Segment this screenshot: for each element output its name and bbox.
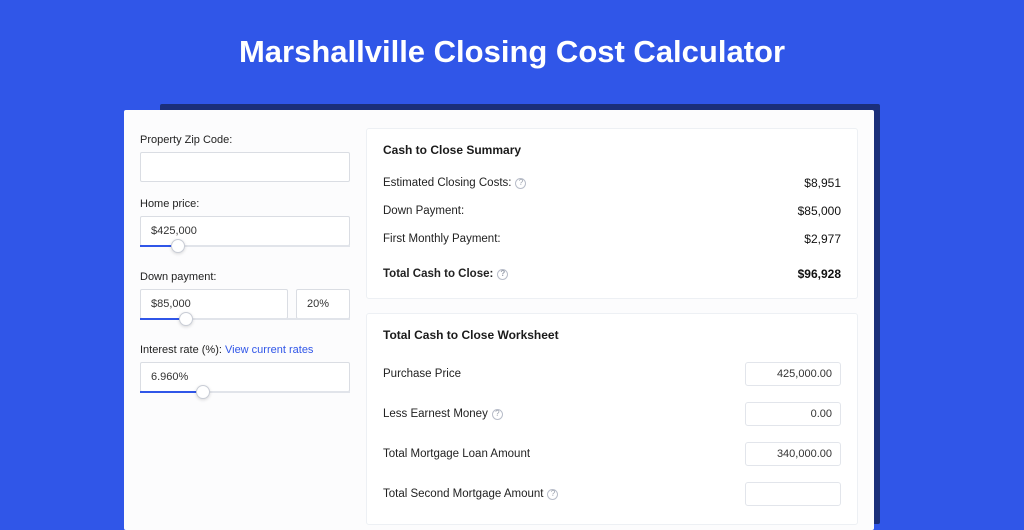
summary-total-label: Total Cash to Close:: [383, 268, 493, 280]
results-column: Cash to Close Summary Estimated Closing …: [366, 128, 858, 512]
summary-row-label: Down Payment:: [383, 205, 464, 217]
zip-label: Property Zip Code:: [140, 134, 350, 146]
worksheet-value-input[interactable]: [745, 442, 841, 466]
down-payment-label: Down payment:: [140, 271, 350, 283]
rate-block: Interest rate (%): View current rates: [140, 344, 350, 401]
worksheet-row: Total Mortgage Loan Amount: [383, 434, 841, 474]
worksheet-value-input[interactable]: [745, 362, 841, 386]
slider-thumb[interactable]: [196, 385, 210, 399]
worksheet-panel: Total Cash to Close Worksheet Purchase P…: [366, 313, 858, 525]
down-payment-block: Down payment:: [140, 271, 350, 328]
view-rates-link[interactable]: View current rates: [225, 344, 313, 356]
summary-total-value: $96,928: [798, 267, 841, 281]
inputs-column: Property Zip Code: Home price: Down paym…: [140, 128, 350, 512]
slider-thumb[interactable]: [179, 312, 193, 326]
summary-heading: Cash to Close Summary: [383, 143, 841, 157]
home-price-label: Home price:: [140, 198, 350, 210]
worksheet-row: Purchase Price: [383, 354, 841, 394]
worksheet-row-label: Total Mortgage Loan Amount: [383, 448, 530, 460]
summary-row-value: $8,951: [804, 176, 841, 190]
home-price-block: Home price:: [140, 198, 350, 255]
home-price-slider[interactable]: [140, 245, 350, 255]
help-icon[interactable]: ?: [515, 178, 526, 189]
help-icon[interactable]: ?: [492, 409, 503, 420]
zip-field-block: Property Zip Code:: [140, 134, 350, 182]
slider-fill: [140, 391, 203, 393]
summary-row: Down Payment: $85,000: [383, 197, 841, 225]
rate-slider[interactable]: [140, 391, 350, 401]
help-icon[interactable]: ?: [497, 269, 508, 280]
worksheet-row: Total Second Mortgage Amount ?: [383, 474, 841, 514]
summary-row-value: $85,000: [798, 204, 841, 218]
down-payment-input[interactable]: [140, 289, 288, 319]
summary-row-label: First Monthly Payment:: [383, 233, 501, 245]
calculator-card: Property Zip Code: Home price: Down paym…: [124, 110, 874, 530]
worksheet-heading: Total Cash to Close Worksheet: [383, 328, 841, 342]
worksheet-row: Less Earnest Money ?: [383, 394, 841, 434]
rate-label-row: Interest rate (%): View current rates: [140, 344, 350, 356]
summary-row: First Monthly Payment: $2,977: [383, 225, 841, 253]
page-title: Marshallville Closing Cost Calculator: [0, 0, 1024, 88]
slider-thumb[interactable]: [171, 239, 185, 253]
worksheet-value-input[interactable]: [745, 402, 841, 426]
summary-total-row: Total Cash to Close: ? $96,928: [383, 255, 841, 288]
summary-panel: Cash to Close Summary Estimated Closing …: [366, 128, 858, 299]
summary-row: Estimated Closing Costs: ? $8,951: [383, 169, 841, 197]
rate-input[interactable]: [140, 362, 350, 392]
zip-input[interactable]: [140, 152, 350, 182]
rate-label: Interest rate (%):: [140, 344, 222, 356]
down-payment-pct-input[interactable]: [296, 289, 350, 319]
summary-row-value: $2,977: [804, 232, 841, 246]
worksheet-row-label: Purchase Price: [383, 368, 461, 380]
summary-row-label: Estimated Closing Costs:: [383, 177, 511, 189]
worksheet-row-label: Total Second Mortgage Amount: [383, 488, 543, 500]
worksheet-value-input[interactable]: [745, 482, 841, 506]
worksheet-row-label: Less Earnest Money: [383, 408, 488, 420]
help-icon[interactable]: ?: [547, 489, 558, 500]
down-payment-slider[interactable]: [140, 318, 350, 328]
